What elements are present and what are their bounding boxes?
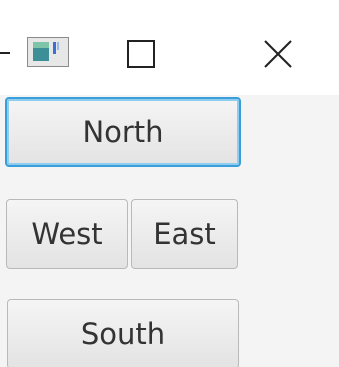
close-button[interactable]	[253, 30, 303, 78]
west-button[interactable]: West	[6, 199, 128, 269]
maximize-icon	[127, 40, 155, 68]
app-icon	[27, 37, 69, 67]
maximize-button[interactable]	[116, 30, 166, 78]
minimize-edge-line	[0, 52, 10, 54]
north-button[interactable]: North	[5, 97, 241, 167]
title-bar[interactable]	[0, 0, 339, 95]
close-icon	[264, 40, 292, 68]
border-pane: North West East South	[0, 95, 339, 367]
south-button[interactable]: South	[7, 299, 239, 367]
app-window: North West East South	[0, 0, 339, 367]
east-button[interactable]: East	[131, 199, 238, 269]
